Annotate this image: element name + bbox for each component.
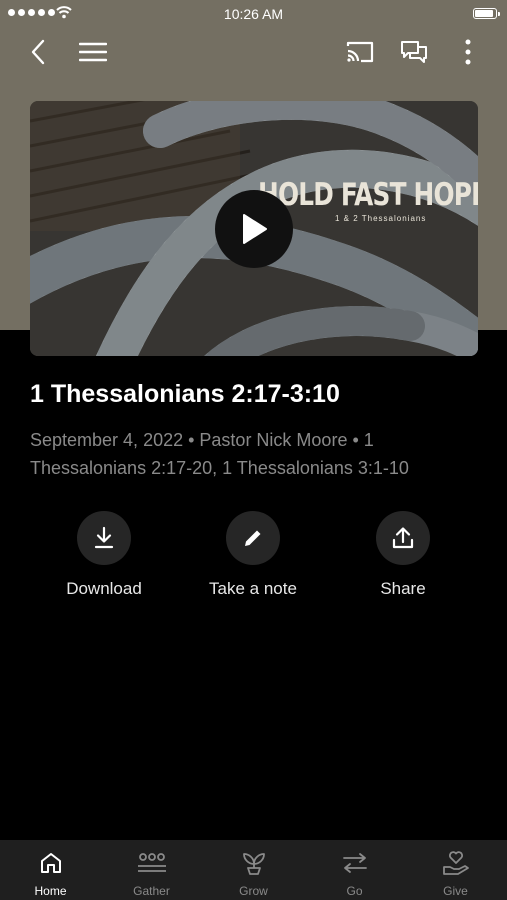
more-vertical-icon: [465, 39, 471, 65]
chevron-left-icon: [31, 39, 45, 65]
tab-gather[interactable]: Gather: [101, 840, 202, 900]
bottom-tab-bar: Home Gather Grow Go Give: [0, 840, 507, 900]
take-note-button[interactable]: Take a note: [178, 511, 328, 599]
tab-gather-label: Gather: [133, 884, 170, 898]
home-icon: [40, 853, 61, 873]
sermon-title: 1 Thessalonians 2:17-3:10: [30, 380, 340, 408]
sermon-meta: September 4, 2022 • Pastor Nick Moore • …: [30, 430, 409, 478]
battery-icon: [473, 8, 500, 19]
top-nav-bar: [0, 28, 507, 76]
tab-home[interactable]: Home: [0, 840, 101, 900]
chat-button[interactable]: [398, 36, 430, 68]
download-icon: [94, 526, 114, 549]
heart-hand-icon: [442, 851, 469, 875]
group-icon: [137, 853, 166, 872]
action-row: Download Take a note Share: [0, 511, 507, 601]
menu-button[interactable]: [77, 36, 109, 68]
thumbnail-title: HOLD FAST HOPE: [258, 177, 478, 213]
take-note-label: Take a note: [209, 579, 297, 598]
video-thumbnail[interactable]: HOLD FAST HOPE 1 & 2 Thessalonians: [30, 101, 478, 356]
tab-go[interactable]: Go: [304, 840, 405, 900]
share-button[interactable]: Share: [328, 511, 478, 599]
arrows-icon: [342, 853, 367, 873]
tab-give-label: Give: [443, 884, 468, 898]
chat-icon: [401, 41, 427, 63]
share-icon-circle: [376, 511, 430, 565]
tab-give[interactable]: Give: [405, 840, 506, 900]
play-button[interactable]: [215, 190, 293, 268]
back-button[interactable]: [22, 36, 54, 68]
tab-go-label: Go: [346, 884, 363, 898]
download-icon-circle: [77, 511, 131, 565]
cast-icon: [346, 41, 374, 63]
thumbnail-subtitle: 1 & 2 Thessalonians: [335, 214, 427, 223]
download-button[interactable]: Download: [29, 511, 179, 599]
cast-button[interactable]: [344, 36, 376, 68]
plant-icon: [242, 853, 265, 875]
more-button[interactable]: [452, 36, 484, 68]
download-label: Download: [66, 579, 142, 598]
tab-grow[interactable]: Grow: [203, 840, 304, 900]
share-label: Share: [380, 579, 426, 598]
pencil-icon: [245, 530, 261, 546]
status-bar: 10:26 AM: [0, 0, 507, 28]
hamburger-menu-icon: [79, 42, 107, 62]
note-icon-circle: [226, 511, 280, 565]
play-icon: [243, 214, 267, 244]
tab-home-label: Home: [34, 884, 67, 898]
status-time: 10:26 AM: [223, 6, 284, 22]
tab-grow-label: Grow: [239, 884, 268, 898]
share-icon: [392, 527, 414, 549]
